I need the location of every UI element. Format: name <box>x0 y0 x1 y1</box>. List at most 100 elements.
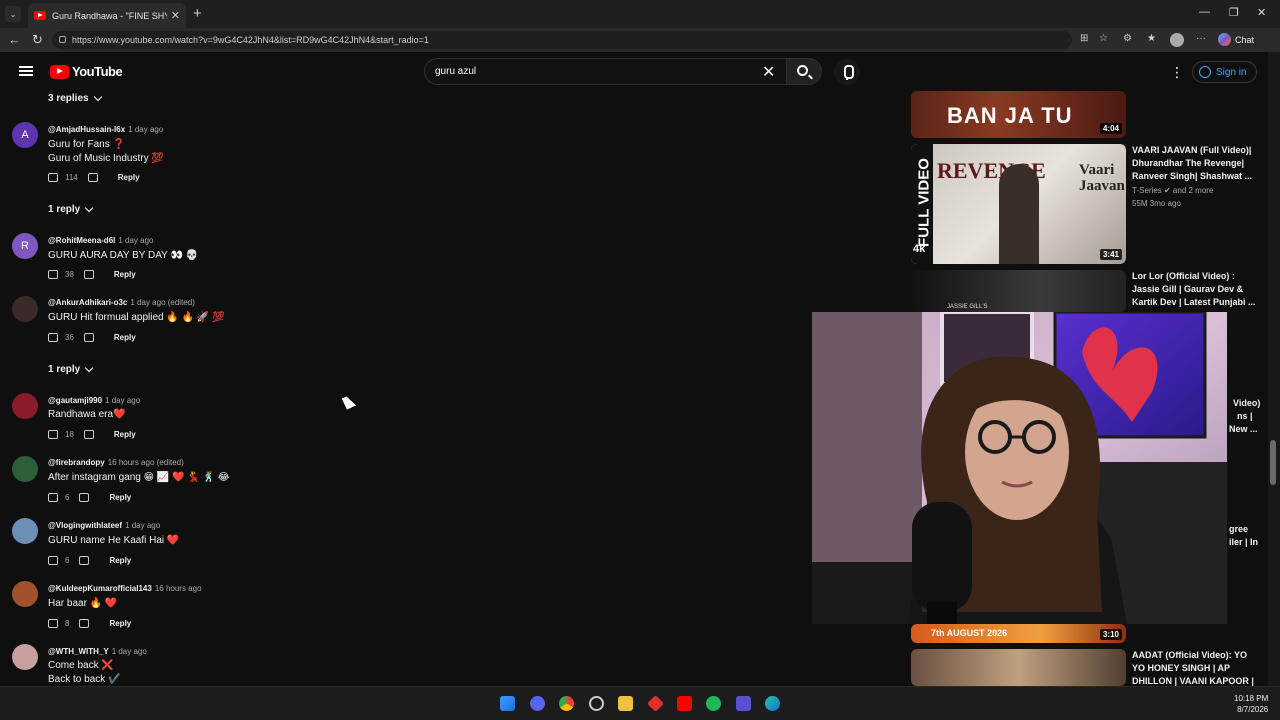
rec-thumbnail[interactable]: FULL VIDEO 4k REVENGE Vaari Jaavan 3:41 <box>911 144 1126 264</box>
comment-author[interactable]: @KuldeepKumarofficial143 <box>48 584 152 593</box>
reply-button[interactable]: Reply <box>114 270 136 279</box>
comment-time[interactable]: 1 day ago <box>125 521 160 530</box>
view-replies-toggle[interactable]: 3 replies <box>48 92 102 104</box>
comment-author[interactable]: @Vlogingwithlateef <box>48 521 122 530</box>
like-icon[interactable] <box>48 556 58 565</box>
favorite-star-icon[interactable]: ☆ <box>1099 33 1108 44</box>
voice-search-mic-icon[interactable] <box>834 59 860 85</box>
view-replies-toggle[interactable]: 1 reply <box>48 363 94 375</box>
dislike-icon[interactable] <box>79 556 90 565</box>
app-grid-icon[interactable] <box>736 696 751 711</box>
rec-thumbnail[interactable]: BAN JA TU 4:04 <box>911 91 1126 138</box>
comment-time[interactable]: 1 day ago <box>128 125 163 134</box>
reply-button[interactable]: Reply <box>118 173 140 182</box>
taskbar-clock[interactable]: 10:18 PM 8/7/2026 <box>1234 693 1268 715</box>
scrollbar-thumb[interactable] <box>1270 440 1276 485</box>
reply-button[interactable]: Reply <box>114 333 136 342</box>
tab-title: Guru Randhawa - "FINE SHYT" M/V <box>52 10 167 21</box>
like-icon[interactable] <box>48 430 58 439</box>
back-icon[interactable]: ← <box>8 32 21 47</box>
comment-author[interactable]: @RohitMeena-d6l <box>48 236 115 245</box>
dislike-icon[interactable] <box>87 173 98 182</box>
settings-kebab-icon[interactable]: ⋮ <box>1170 64 1184 81</box>
dislike-icon[interactable] <box>83 430 94 439</box>
like-icon[interactable] <box>48 493 58 502</box>
rec-thumbnail[interactable] <box>911 649 1126 686</box>
comment-time[interactable]: 16 hours ago <box>155 584 202 593</box>
like-icon[interactable] <box>48 333 58 342</box>
comment-avatar[interactable]: R <box>12 233 38 259</box>
profile-avatar[interactable] <box>1170 33 1184 47</box>
comment-avatar[interactable] <box>12 581 38 607</box>
extensions-icon[interactable]: ⚙ <box>1123 33 1132 44</box>
hamburger-menu-icon[interactable] <box>19 66 33 76</box>
reply-button[interactable]: Reply <box>109 493 131 502</box>
start-menu-icon[interactable] <box>500 696 515 711</box>
dislike-icon[interactable] <box>83 270 94 279</box>
reply-button[interactable]: Reply <box>109 556 131 565</box>
like-icon[interactable] <box>48 619 58 628</box>
page-scrollbar[interactable] <box>1268 52 1280 686</box>
url-field[interactable]: https://www.youtube.com/watch?v=9wG4C42J… <box>52 31 1072 49</box>
comment-time[interactable]: 16 hours ago (edited) <box>108 458 184 467</box>
clear-search-icon[interactable]: ✕ <box>762 62 775 82</box>
close-window-icon[interactable]: ✕ <box>1257 6 1266 19</box>
browser-tab-active[interactable]: Guru Randhawa - "FINE SHYT" M/V ✕ <box>28 3 186 28</box>
like-icon[interactable] <box>48 270 58 279</box>
favorites-icon[interactable]: ★ <box>1147 33 1156 44</box>
comment-time[interactable]: 1 day ago <box>105 396 140 405</box>
comment-author[interactable]: @gautamji990 <box>48 396 102 405</box>
comment-author[interactable]: @firebrandopy <box>48 458 105 467</box>
discord-icon[interactable] <box>530 696 545 711</box>
copilot-chat-button[interactable]: Chat <box>1218 33 1254 46</box>
comment-author[interactable]: @WTH_WITH_Y <box>48 647 109 656</box>
dislike-icon[interactable] <box>83 333 94 342</box>
comment-author[interactable]: @AnkurAdhikari-o3c <box>48 298 127 307</box>
chatgpt-icon[interactable] <box>589 696 604 711</box>
rec-thumbnail[interactable]: JASSIE GILL'S <box>911 270 1126 312</box>
replies-label: 1 reply <box>48 204 81 215</box>
search-input[interactable]: guru azul <box>424 58 787 85</box>
more-menu-icon[interactable]: ··· <box>1196 33 1206 44</box>
comment-avatar[interactable] <box>12 518 38 544</box>
tab-actions-menu-icon[interactable]: ⌄ <box>5 6 21 22</box>
youtube-logo[interactable]: YouTube <box>50 64 123 79</box>
comment-avatar[interactable] <box>12 296 38 322</box>
comment-time[interactable]: 1 day ago <box>112 647 147 656</box>
app-available-icon[interactable]: ⊞ <box>1080 33 1088 44</box>
comment-avatar[interactable] <box>12 644 38 670</box>
comment-avatar[interactable] <box>12 393 38 419</box>
minimize-icon[interactable]: — <box>1199 6 1210 18</box>
like-icon[interactable] <box>48 173 58 182</box>
comment-avatar[interactable] <box>12 456 38 482</box>
rec-channel[interactable]: T-Series ✔ and 2 more <box>1132 186 1213 195</box>
like-count: 38 <box>65 270 74 279</box>
refresh-icon[interactable]: ↻ <box>32 32 43 48</box>
file-explorer-icon[interactable] <box>618 696 633 711</box>
dislike-icon[interactable] <box>79 619 90 628</box>
search-button[interactable] <box>787 58 822 85</box>
sign-in-button[interactable]: Sign in <box>1192 61 1257 83</box>
close-tab-icon[interactable]: ✕ <box>171 9 180 22</box>
comment-avatar[interactable]: A <box>12 122 38 148</box>
view-replies-toggle[interactable]: 1 reply <box>48 203 94 215</box>
edge-icon[interactable] <box>765 696 780 711</box>
rec-title[interactable]: Lor Lor (Official Video) : Jassie Gill |… <box>1132 270 1260 309</box>
rec-thumbnail[interactable]: 7th AUGUST 2026 3:10 <box>911 624 1126 643</box>
comment-line: Har baar 🔥 ❤️ <box>48 598 118 609</box>
copilot-icon <box>1218 33 1231 46</box>
dislike-icon[interactable] <box>79 493 90 502</box>
chrome-icon[interactable] <box>559 696 574 711</box>
comment-time[interactable]: 1 day ago <box>118 236 153 245</box>
rec-title[interactable]: VAARI JAAVAN (Full Video)| Dhurandhar Th… <box>1132 144 1260 183</box>
reply-button[interactable]: Reply <box>109 619 131 628</box>
new-tab-icon[interactable]: + <box>193 5 202 22</box>
comment-time[interactable]: 1 day ago (edited) <box>130 298 195 307</box>
video-miniplayer[interactable] <box>812 312 1227 624</box>
spotify-icon[interactable] <box>706 696 721 711</box>
maximize-icon[interactable]: ❐ <box>1229 6 1239 19</box>
comment-author[interactable]: @AmjadHussain-l6x <box>48 125 125 134</box>
comment-line: GURU Hit formual applied 🔥 🔥 🚀 💯 <box>48 312 225 323</box>
reply-button[interactable]: Reply <box>114 430 136 439</box>
youtube-app-icon[interactable] <box>677 696 692 711</box>
